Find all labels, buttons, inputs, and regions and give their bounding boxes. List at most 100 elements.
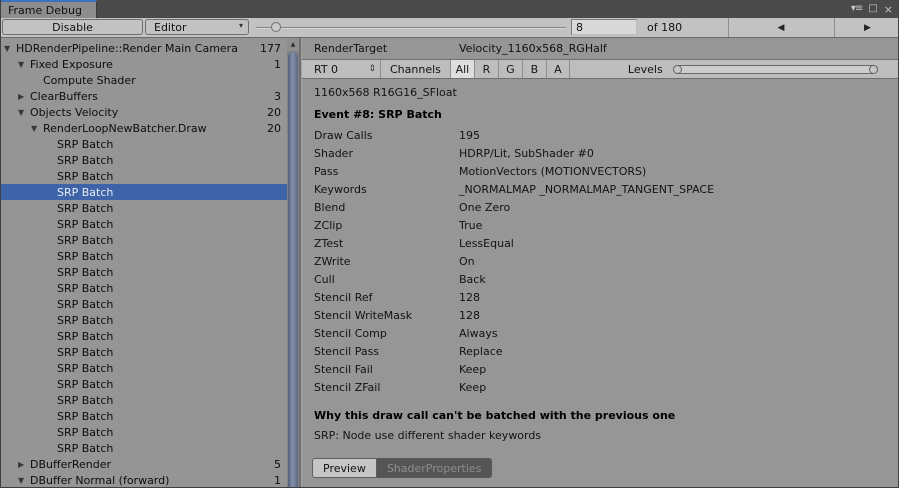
tree-row-label: SRP Batch [57,409,114,423]
levels-range-slider[interactable] [672,64,878,74]
event-detail-panel: RenderTarget Velocity_1160x568_RGHalf RT… [302,38,898,487]
tree-row[interactable]: SRP Batch [1,360,287,376]
tree-row[interactable]: SRP Batch [1,296,287,312]
tree-foldout-icon[interactable]: ▶ [18,460,30,469]
tree-row[interactable]: SRP Batch [1,344,287,360]
tree-row[interactable]: SRP Batch [1,232,287,248]
detail-row: Keywords _NORMALMAP _NORMALMAP_TANGENT_S… [302,180,898,198]
channel-button-label: A [554,62,562,76]
close-icon[interactable]: × [884,4,893,15]
tree-row[interactable]: ▼ Fixed Exposure 1 [1,56,287,72]
tree-row-label: SRP Batch [57,265,114,279]
channel-button[interactable]: All [449,60,474,78]
detail-value: True [459,218,483,232]
rt-index-dropdown[interactable]: RT 0 ⇕ [308,60,380,78]
tree-row-count: 20 [267,105,281,119]
detail-label: Stencil Pass [314,344,380,358]
detail-row: ZWrite On [302,252,898,270]
scroll-up-icon[interactable]: ▲ [287,38,299,51]
frame-number-input[interactable]: 8 [571,19,637,35]
tree-row[interactable]: SRP Batch [1,408,287,424]
tree-row[interactable]: SRP Batch [1,440,287,456]
tree-row[interactable]: SRP Batch [1,216,287,232]
target-select-dropdown[interactable]: Editor ▾ [145,19,249,35]
tree-row-label: SRP Batch [57,217,114,231]
channels-label-text: Channels [390,62,441,76]
maximize-icon[interactable]: □ [868,4,877,14]
detail-label: Stencil Comp [314,326,387,340]
tree-foldout-icon[interactable]: ▼ [18,60,30,69]
tree-row[interactable]: Compute Shader [1,72,287,88]
detail-label: Stencil WriteMask [314,308,413,322]
tree-row[interactable]: SRP Batch [1,152,287,168]
detail-row: Stencil Comp Always [302,324,898,342]
tree-row[interactable]: SRP Batch [1,200,287,216]
channel-button[interactable]: B [521,60,546,78]
preview-tab-group: Preview ShaderProperties [312,458,898,478]
tree-row[interactable]: SRP Batch [1,312,287,328]
tree-row[interactable]: ▼ Objects Velocity 20 [1,104,287,120]
tree-row[interactable]: ▼ DBuffer Normal (forward) 1 [1,472,287,487]
tree-foldout-icon[interactable]: ▼ [18,476,30,485]
tree-row[interactable]: SRP Batch [1,328,287,344]
tree-row[interactable]: ▶ DBufferRender 5 [1,456,287,472]
previous-event-button[interactable]: ◀ [728,18,834,37]
detail-row: Stencil ZFail Keep [302,378,898,396]
detail-value: 128 [459,308,480,322]
next-event-button[interactable]: ▶ [835,18,898,37]
render-target-format: 1160x568 R16G16_SFloat [314,86,457,99]
previous-icon: ◀ [777,22,785,33]
tree-foldout-icon[interactable]: ▼ [4,44,16,53]
levels-min-handle[interactable] [672,64,682,74]
tree-row-count: 1 [274,57,281,71]
tab-frame-debug-label: Frame Debug [8,3,82,17]
tree-row[interactable]: SRP Batch [1,136,287,152]
tree-row-label: SRP Batch [57,169,114,183]
levels-max-handle[interactable] [868,64,878,74]
detail-value: 128 [459,290,480,304]
frame-debugger-window: Frame Debug ▾≡ □ × Disable Editor ▾ 8 of… [0,0,899,488]
tree-row[interactable]: SRP Batch [1,248,287,264]
tree-row[interactable]: SRP Batch [1,424,287,440]
tree-row[interactable]: SRP Batch [1,280,287,296]
channel-button[interactable]: G [497,60,522,78]
tree-row[interactable]: ▼ HDRenderPipeline::Render Main Camera 1… [1,40,287,56]
detail-row: Blend One Zero [302,198,898,216]
window-menu-icon[interactable]: ▾≡ [851,4,863,14]
scrollbar-thumb[interactable] [288,52,298,487]
tree-foldout-icon[interactable]: ▼ [31,124,43,133]
detail-value: LessEqual [459,236,514,250]
tree-row[interactable]: ▼ RenderLoopNewBatcher.Draw 20 [1,120,287,136]
channel-button[interactable]: R [473,60,498,78]
tree-row[interactable]: SRP Batch [1,392,287,408]
event-details-list: Draw Calls 195 Shader HDRP/Lit, SubShade… [302,126,898,396]
tree-row-label: SRP Batch [57,329,114,343]
detail-label: Stencil ZFail [314,380,381,394]
channel-button-label: B [530,62,539,76]
tree-row-label: SRP Batch [57,393,114,407]
tree-foldout-icon[interactable]: ▼ [18,108,30,117]
tree-row[interactable]: ▶ ClearBuffers 3 [1,88,287,104]
detail-row: Shader HDRP/Lit, SubShader #0 [302,144,898,162]
channel-button[interactable]: A [545,60,570,78]
tree-row[interactable]: SRP Batch [1,184,287,200]
frame-slider[interactable] [256,18,566,37]
tree-row[interactable]: SRP Batch [1,168,287,184]
tree-scrollbar[interactable]: ▲ [287,38,299,487]
bottom-tab[interactable]: ShaderProperties [376,458,493,478]
tree-row-label: DBuffer Normal (forward) [30,473,170,487]
tree-row-label: SRP Batch [57,441,114,455]
frame-slider-knob[interactable] [271,22,281,32]
tree-row[interactable]: SRP Batch [1,264,287,280]
detail-row: ZClip True [302,216,898,234]
detail-value: One Zero [459,200,511,214]
tab-frame-debug[interactable]: Frame Debug [1,0,97,18]
disable-button[interactable]: Disable [2,19,143,35]
tree-row[interactable]: SRP Batch [1,376,287,392]
tree-row-label: Fixed Exposure [30,57,113,71]
detail-value: Replace [459,344,503,358]
tree-foldout-icon[interactable]: ▶ [18,92,30,101]
tree-row-label: SRP Batch [57,297,114,311]
channel-button-label: All [455,62,470,76]
bottom-tab[interactable]: Preview [312,458,377,478]
